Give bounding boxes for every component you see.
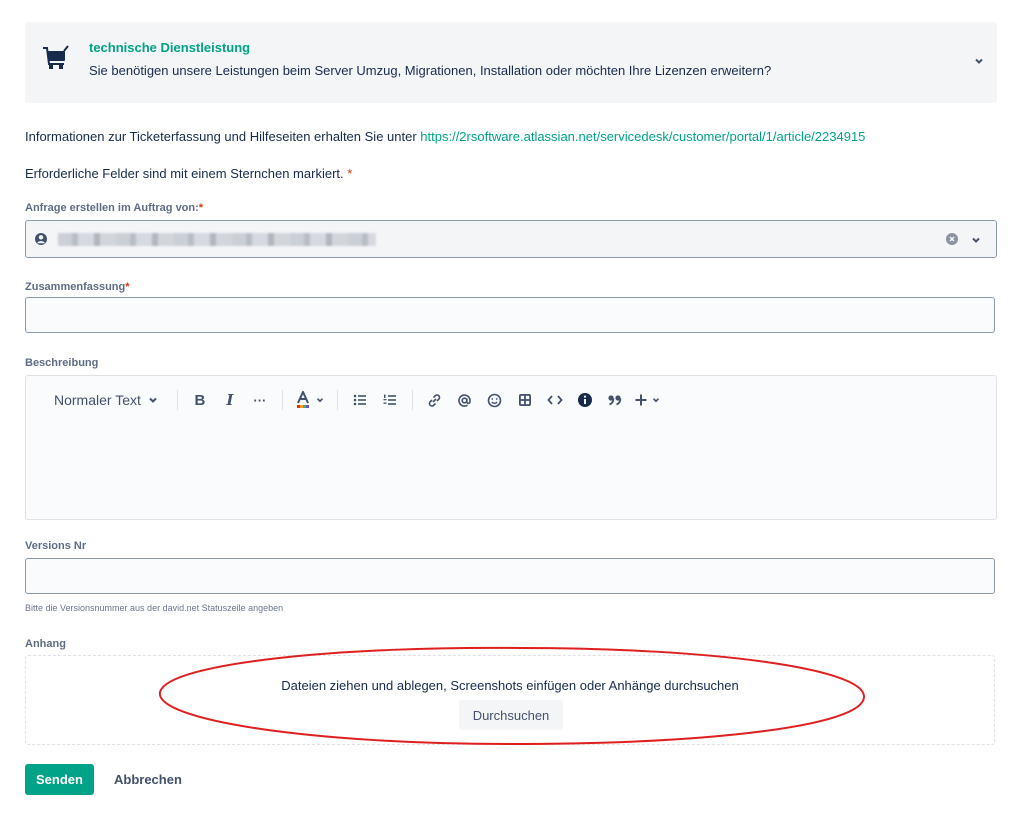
help-link[interactable]: https://2rsoftware.atlassian.net/service…: [420, 129, 865, 144]
editor-toolbar: Normaler Text B I ···: [54, 390, 663, 410]
numbered-list-icon: [383, 394, 396, 405]
required-marker: *: [347, 166, 353, 181]
description-label: Beschreibung: [25, 357, 99, 369]
bold-button[interactable]: B: [188, 390, 212, 410]
cart-icon: [43, 45, 69, 69]
text-style-dropdown[interactable]: Normaler Text: [54, 390, 159, 410]
required-note: Erforderliche Felder sind mit einem Ster…: [25, 166, 352, 181]
version-helper-text: Bitte die Versionsnummer aus der david.n…: [25, 603, 284, 613]
chevron-down-icon[interactable]: [970, 234, 982, 246]
mention-button[interactable]: [453, 390, 477, 410]
quote-icon: [608, 395, 622, 406]
request-type-title: technische Dienstleistung: [89, 40, 251, 55]
version-label: Versions Nr: [25, 540, 87, 552]
toolbar-divider: [336, 390, 338, 410]
attachment-dropzone[interactable]: Dateien ziehen und ablegen, Screenshots …: [25, 655, 995, 745]
submit-button[interactable]: Senden: [25, 764, 94, 795]
bullet-list-icon: [353, 394, 366, 406]
attachment-label: Anhang: [25, 638, 66, 650]
user-icon: [35, 233, 47, 245]
chevron-down-icon[interactable]: [973, 55, 985, 67]
link-icon: [429, 393, 441, 407]
info-text: Informationen zur Ticketerfassung und Hi…: [25, 129, 421, 144]
required-marker: *: [125, 281, 130, 293]
table-icon: [518, 394, 531, 406]
on-behalf-label: Anfrage erstellen im Auftrag von:*: [25, 202, 203, 214]
plus-icon: [635, 394, 647, 406]
request-type-card[interactable]: technische Dienstleistung Sie benötigen …: [25, 22, 997, 103]
summary-label: Zusammenfassung*: [25, 281, 130, 293]
summary-label-text: Zusammenfassung: [25, 281, 126, 293]
toolbar-divider: [176, 390, 178, 410]
code-icon: [547, 395, 563, 405]
insert-menu-button[interactable]: [633, 390, 663, 410]
cancel-button[interactable]: Abbrechen: [104, 764, 192, 795]
info-icon: [577, 393, 592, 407]
numbered-list-button[interactable]: [378, 390, 402, 410]
blurred-user-value: [58, 233, 376, 246]
text-color-icon: [296, 391, 309, 408]
info-line: Informationen zur Ticketerfassung und Hi…: [25, 129, 865, 144]
clear-icon[interactable]: [946, 233, 958, 245]
more-formatting-button[interactable]: ···: [248, 390, 272, 410]
dropzone-text: Dateien ziehen und ablegen, Screenshots …: [281, 678, 739, 693]
text-style-label: Normaler Text: [54, 392, 141, 408]
on-behalf-label-text: Anfrage erstellen im Auftrag von:: [25, 202, 199, 214]
browse-button[interactable]: Durchsuchen: [459, 700, 563, 730]
italic-button[interactable]: I: [218, 390, 242, 410]
toolbar-divider: [281, 390, 283, 410]
link-button[interactable]: [423, 390, 447, 410]
quote-button[interactable]: [603, 390, 627, 410]
emoji-button[interactable]: [483, 390, 507, 410]
emoji-icon: [488, 393, 502, 407]
chevron-down-icon: [316, 398, 323, 403]
text-color-button[interactable]: [293, 390, 327, 410]
description-editor[interactable]: Normaler Text B I ···: [25, 375, 997, 520]
mention-icon: [458, 393, 472, 407]
bullet-list-button[interactable]: [348, 390, 372, 410]
chevron-down-icon: [653, 398, 660, 403]
required-note-text: Erforderliche Felder sind mit einem Ster…: [25, 166, 344, 181]
chevron-down-icon: [149, 397, 157, 403]
required-marker: *: [198, 202, 204, 214]
on-behalf-select[interactable]: [25, 220, 997, 258]
version-input[interactable]: [25, 558, 995, 594]
info-panel-button[interactable]: [573, 390, 597, 410]
request-type-description: Sie benötigen unsere Leistungen beim Ser…: [89, 63, 772, 78]
code-button[interactable]: [543, 390, 567, 410]
toolbar-divider: [411, 390, 413, 410]
table-button[interactable]: [513, 390, 537, 410]
summary-input[interactable]: [25, 297, 995, 333]
